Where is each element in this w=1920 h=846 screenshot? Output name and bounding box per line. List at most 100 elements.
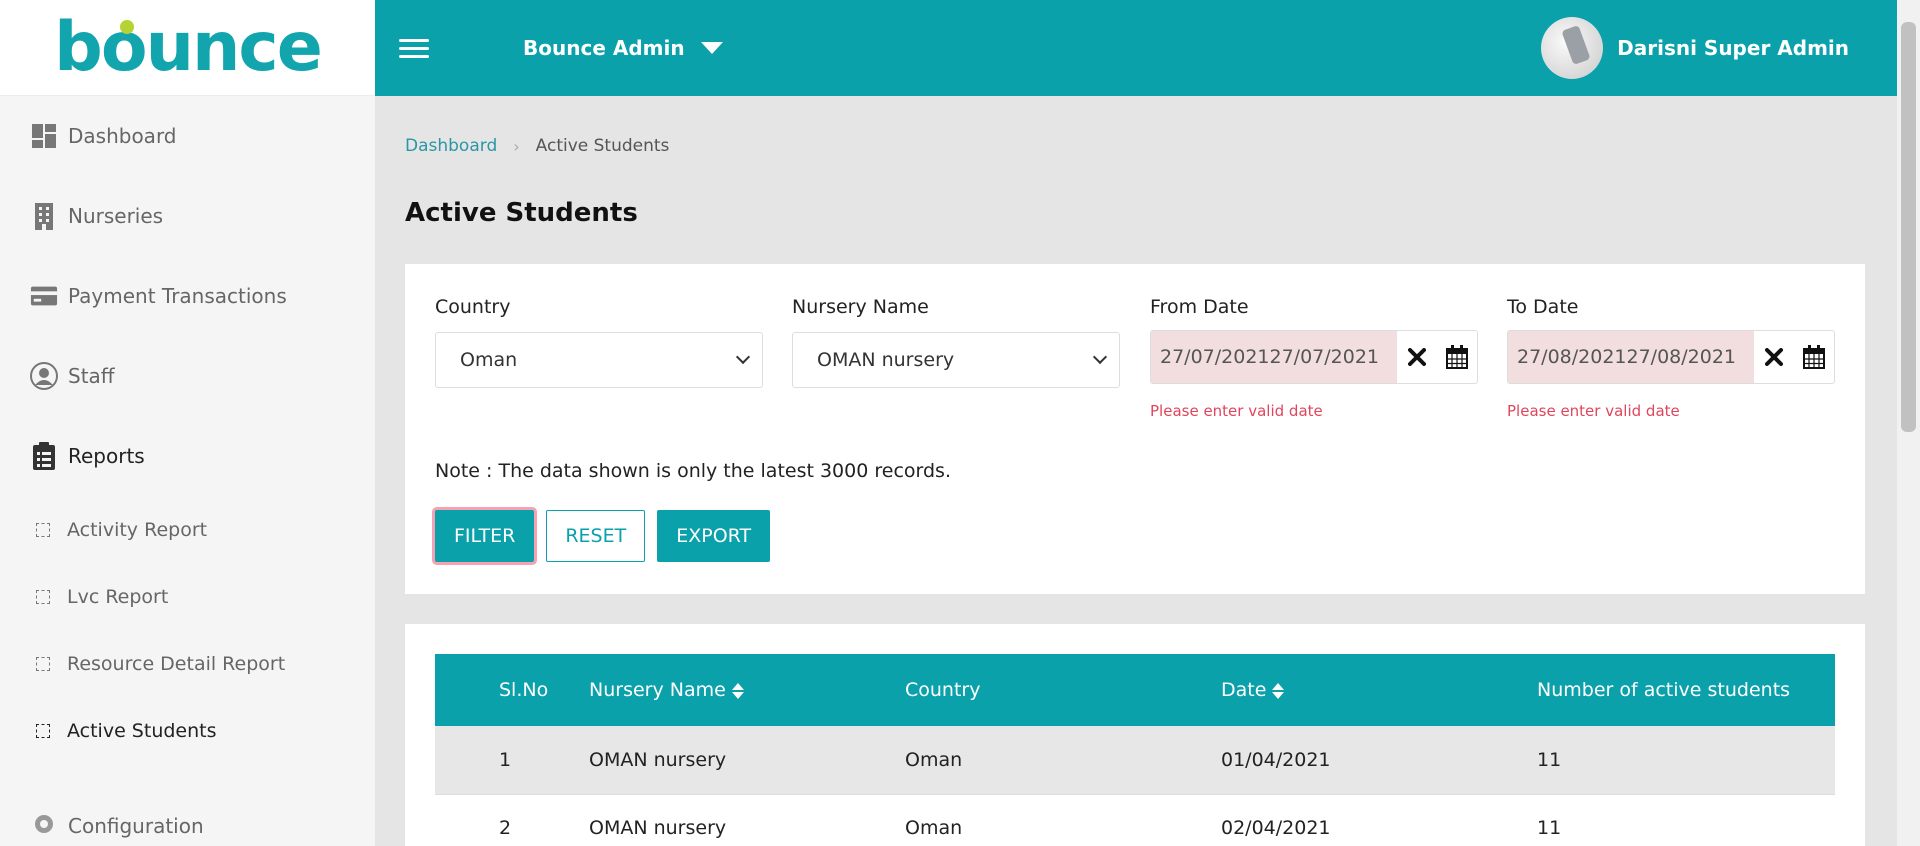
- filter-card: Country Oman Nursery Name OMAN nursery F…: [405, 264, 1865, 594]
- column-header-active-students: Number of active students: [1537, 679, 1791, 701]
- country-label: Country: [435, 296, 511, 318]
- to-date-input[interactable]: 27/08/202127/08/2021: [1508, 331, 1755, 383]
- top-header: Bounce Admin Darisni Super Admin: [375, 0, 1897, 96]
- sidebar-subitem-label: Lvc Report: [67, 585, 169, 608]
- vertical-scrollbar[interactable]: [1897, 0, 1920, 846]
- sidebar-item-label: Staff: [68, 364, 115, 388]
- sidebar-item-label: Reports: [68, 444, 145, 468]
- sort-icon[interactable]: [1272, 682, 1285, 699]
- nursery-select-value: OMAN nursery: [817, 349, 955, 371]
- to-date-error: Please enter valid date: [1507, 402, 1680, 420]
- sidebar: bounce Dashboard Nurseries Payment Trans…: [0, 0, 375, 846]
- cell-nursery-name: OMAN nursery: [589, 794, 905, 846]
- nursery-label: Nursery Name: [792, 296, 929, 318]
- sidebar-item-dashboard[interactable]: Dashboard: [0, 96, 375, 176]
- cell-country: Oman: [905, 726, 1221, 795]
- sidebar-item-label: Dashboard: [68, 124, 177, 148]
- to-date-label: To Date: [1507, 296, 1579, 318]
- square-bullet-icon: [36, 522, 50, 537]
- sidebar-nav: Dashboard Nurseries Payment Transactions…: [0, 96, 375, 838]
- dashboard-icon: [30, 122, 58, 150]
- cell-country: Oman: [905, 794, 1221, 846]
- calendar-icon[interactable]: [1794, 331, 1834, 383]
- sidebar-subitem-label: Activity Report: [67, 518, 208, 541]
- breadcrumb: Dashboard › Active Students: [405, 136, 669, 156]
- clear-icon[interactable]: [1754, 331, 1794, 383]
- country-select[interactable]: Oman: [435, 332, 763, 388]
- sidebar-item-nurseries[interactable]: Nurseries: [0, 176, 375, 256]
- sidebar-item-configuration[interactable]: Configuration: [0, 764, 375, 838]
- user-menu[interactable]: Darisni Super Admin: [1541, 17, 1849, 79]
- credit-card-icon: [30, 282, 58, 310]
- user-circle-icon: [30, 362, 58, 390]
- export-button[interactable]: EXPORT: [657, 510, 771, 562]
- admin-title[interactable]: Bounce Admin: [523, 36, 685, 60]
- breadcrumb-current: Active Students: [535, 136, 670, 156]
- cell-nursery-name: OMAN nursery: [589, 726, 905, 795]
- from-date-label: From Date: [1150, 296, 1249, 318]
- main-content: Dashboard › Active Students Active Stude…: [375, 96, 1897, 846]
- action-buttons: FILTER RESET EXPORT: [435, 510, 771, 562]
- sidebar-subitem-label: Resource Detail Report: [67, 652, 286, 675]
- sidebar-item-reports[interactable]: Reports: [0, 416, 375, 496]
- active-students-table: Sl.No Nursery Name Country Date Number o…: [435, 654, 1835, 846]
- sidebar-subitem-resource-detail-report[interactable]: Resource Detail Report: [0, 630, 375, 697]
- sidebar-subitem-active-students[interactable]: Active Students: [0, 697, 375, 764]
- sidebar-subitem-activity-report[interactable]: Activity Report: [0, 496, 375, 563]
- column-header-country: Country: [905, 679, 981, 701]
- chevron-right-icon: ›: [513, 136, 520, 156]
- table-header-row: Sl.No Nursery Name Country Date Number o…: [435, 654, 1835, 726]
- cell-slno: 1: [435, 726, 589, 795]
- column-header-slno: Sl.No: [499, 679, 549, 701]
- scrollbar-thumb[interactable]: [1901, 22, 1916, 432]
- calendar-icon[interactable]: [1437, 331, 1477, 383]
- table-row: 2 OMAN nursery Oman 02/04/2021 11: [435, 794, 1835, 846]
- cell-active-students: 11: [1537, 794, 1835, 846]
- caret-down-icon[interactable]: [700, 42, 723, 54]
- sidebar-item-staff[interactable]: Staff: [0, 336, 375, 416]
- filter-button[interactable]: FILTER: [435, 510, 535, 562]
- hamburger-menu-icon[interactable]: [399, 38, 429, 58]
- logo-dot: [120, 19, 135, 34]
- gear-icon: [30, 810, 58, 838]
- from-date-picker: 27/07/202127/07/2021: [1150, 330, 1478, 384]
- column-header-nursery-name[interactable]: Nursery Name: [589, 654, 905, 726]
- avatar[interactable]: [1541, 17, 1604, 79]
- sidebar-item-label: Configuration: [68, 814, 204, 838]
- results-card: Sl.No Nursery Name Country Date Number o…: [405, 624, 1865, 846]
- clipboard-icon: [30, 442, 58, 470]
- records-note: Note : The data shown is only the latest…: [435, 460, 951, 482]
- logo-area: bounce: [0, 0, 375, 96]
- to-date-field: To Date 27/08/202127/08/2021 Please ente…: [1507, 296, 1835, 420]
- country-field: Country Oman: [435, 296, 763, 388]
- square-bullet-icon: [36, 656, 50, 671]
- from-date-field: From Date 27/07/202127/07/2021 Please en…: [1150, 296, 1478, 420]
- sidebar-item-payment-transactions[interactable]: Payment Transactions: [0, 256, 375, 336]
- cell-date: 02/04/2021: [1221, 794, 1537, 846]
- building-icon: [30, 202, 58, 230]
- table-row: 1 OMAN nursery Oman 01/04/2021 11: [435, 726, 1835, 795]
- sidebar-item-label: Nurseries: [68, 204, 164, 228]
- column-header-date[interactable]: Date: [1221, 654, 1537, 726]
- chevron-down-icon: [735, 349, 751, 365]
- page-title: Active Students: [405, 198, 638, 228]
- bounce-logo[interactable]: bounce: [54, 13, 323, 82]
- country-select-value: Oman: [460, 349, 518, 371]
- user-name: Darisni Super Admin: [1617, 36, 1849, 60]
- square-bullet-icon: [36, 723, 50, 738]
- nursery-select[interactable]: OMAN nursery: [792, 332, 1120, 388]
- sidebar-item-label: Payment Transactions: [68, 284, 287, 308]
- reset-button[interactable]: RESET: [546, 510, 646, 562]
- from-date-error: Please enter valid date: [1150, 402, 1323, 420]
- chevron-down-icon: [1092, 349, 1108, 365]
- to-date-picker: 27/08/202127/08/2021: [1507, 330, 1835, 384]
- square-bullet-icon: [36, 589, 50, 604]
- breadcrumb-home-link[interactable]: Dashboard: [405, 136, 497, 156]
- from-date-input[interactable]: 27/07/202127/07/2021: [1151, 331, 1398, 383]
- sidebar-subitem-label: Active Students: [67, 719, 217, 742]
- sidebar-subitem-lvc-report[interactable]: Lvc Report: [0, 563, 375, 630]
- cell-slno: 2: [435, 794, 589, 846]
- sort-icon[interactable]: [731, 682, 744, 699]
- clear-icon[interactable]: [1397, 331, 1437, 383]
- nursery-field: Nursery Name OMAN nursery: [792, 296, 1120, 388]
